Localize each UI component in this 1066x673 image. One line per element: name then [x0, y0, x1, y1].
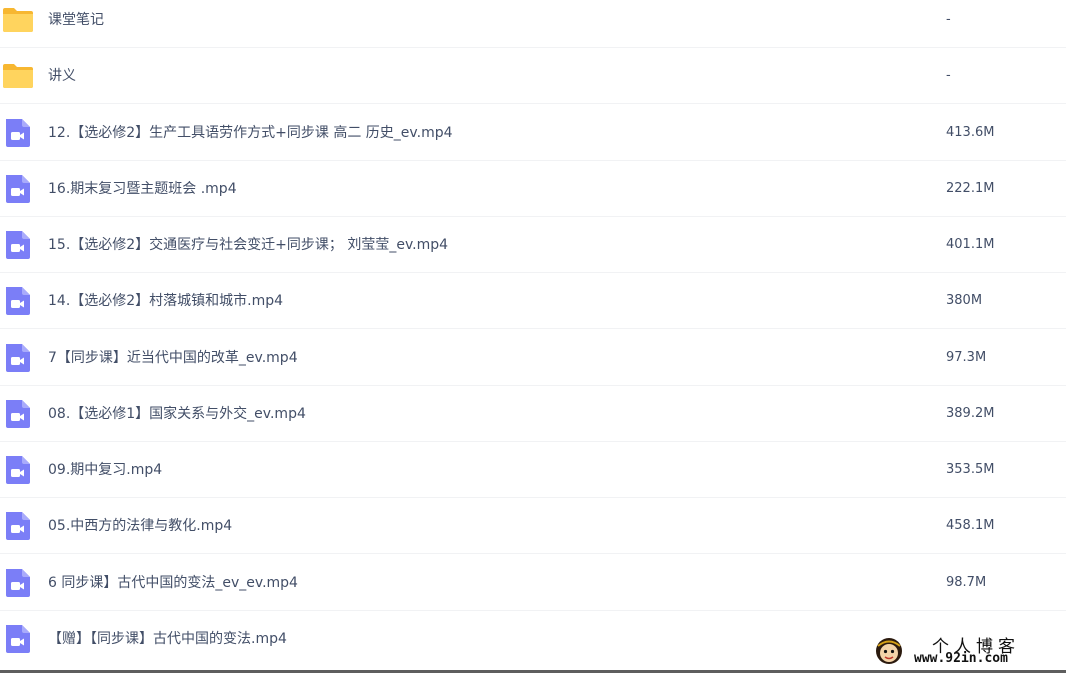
file-row-video[interactable]: 09.期中复习.mp4 353.5M [0, 442, 1066, 498]
file-name: 16.期末复习暨主题班会 .mp4 [48, 181, 237, 197]
file-row-video[interactable]: 14.【选必修2】村落城镇和城市.mp4 380M [0, 273, 1066, 329]
folder-icon [2, 60, 34, 92]
video-file-icon [2, 510, 34, 542]
file-list: 课堂笔记 - 讲义 - 12.【选必修2】生产工具语劳作方式+同步课 高二 历史… [0, 0, 1066, 673]
video-file-icon [2, 398, 34, 430]
video-file-icon [2, 454, 34, 486]
file-row-video[interactable]: 05.中西方的法律与教化.mp4 458.1M [0, 498, 1066, 554]
file-size: 458.1M [946, 518, 995, 533]
file-name: 05.中西方的法律与教化.mp4 [48, 518, 233, 534]
file-size: 222.1M [946, 181, 995, 196]
file-row-video[interactable]: 7【同步课】近当代中国的改革_ev.mp4 97.3M [0, 330, 1066, 386]
file-name: 12.【选必修2】生产工具语劳作方式+同步课 高二 历史_ev.mp4 [48, 125, 453, 141]
file-size: 389.2M [946, 406, 995, 421]
folder-icon [2, 4, 34, 36]
file-size: 380M [946, 293, 983, 308]
file-name: 6 同步课】古代中国的变法_ev_ev.mp4 [48, 575, 298, 591]
file-row-video[interactable]: 12.【选必修2】生产工具语劳作方式+同步课 高二 历史_ev.mp4 413.… [0, 105, 1066, 161]
video-file-icon [2, 229, 34, 261]
file-name: 7【同步课】近当代中国的改革_ev.mp4 [48, 350, 298, 366]
file-name: 【赠】【同步课】古代中国的变法.mp4 [48, 631, 287, 647]
video-file-icon [2, 342, 34, 374]
cartoon-avatar-icon [874, 636, 904, 666]
video-file-icon [2, 623, 34, 655]
file-size: 353.5M [946, 462, 995, 477]
file-name: 08.【选必修1】国家关系与外交_ev.mp4 [48, 406, 306, 422]
file-name: 讲义 [48, 68, 76, 84]
file-size: - [946, 68, 951, 83]
file-row-video[interactable]: 08.【选必修1】国家关系与外交_ev.mp4 389.2M [0, 386, 1066, 442]
file-name: 15.【选必修2】交通医疗与社会变迁+同步课； 刘莹莹_ev.mp4 [48, 237, 449, 253]
video-file-icon [2, 117, 34, 149]
file-size: - [946, 12, 951, 27]
file-row-folder[interactable]: 讲义 - [0, 48, 1066, 104]
blog-watermark: 个人博客 www.92in.com [874, 632, 1058, 670]
file-name: 09.期中复习.mp4 [48, 462, 163, 478]
file-size: 401.1M [946, 237, 995, 252]
file-size: 97.3M [946, 350, 987, 365]
file-row-video[interactable]: 15.【选必修2】交通医疗与社会变迁+同步课； 刘莹莹_ev.mp4 401.1… [0, 217, 1066, 273]
file-name: 14.【选必修2】村落城镇和城市.mp4 [48, 293, 284, 309]
file-row-folder[interactable]: 课堂笔记 - [0, 0, 1066, 48]
video-file-icon [2, 173, 34, 205]
file-size: 98.7M [946, 575, 987, 590]
file-row-video[interactable]: 6 同步课】古代中国的变法_ev_ev.mp4 98.7M [0, 555, 1066, 611]
video-file-icon [2, 285, 34, 317]
file-name: 课堂笔记 [48, 12, 104, 28]
file-size: 413.6M [946, 125, 995, 140]
watermark-url: www.92in.com [914, 651, 1008, 666]
file-row-video[interactable]: 16.期末复习暨主题班会 .mp4 222.1M [0, 161, 1066, 217]
video-file-icon [2, 567, 34, 599]
